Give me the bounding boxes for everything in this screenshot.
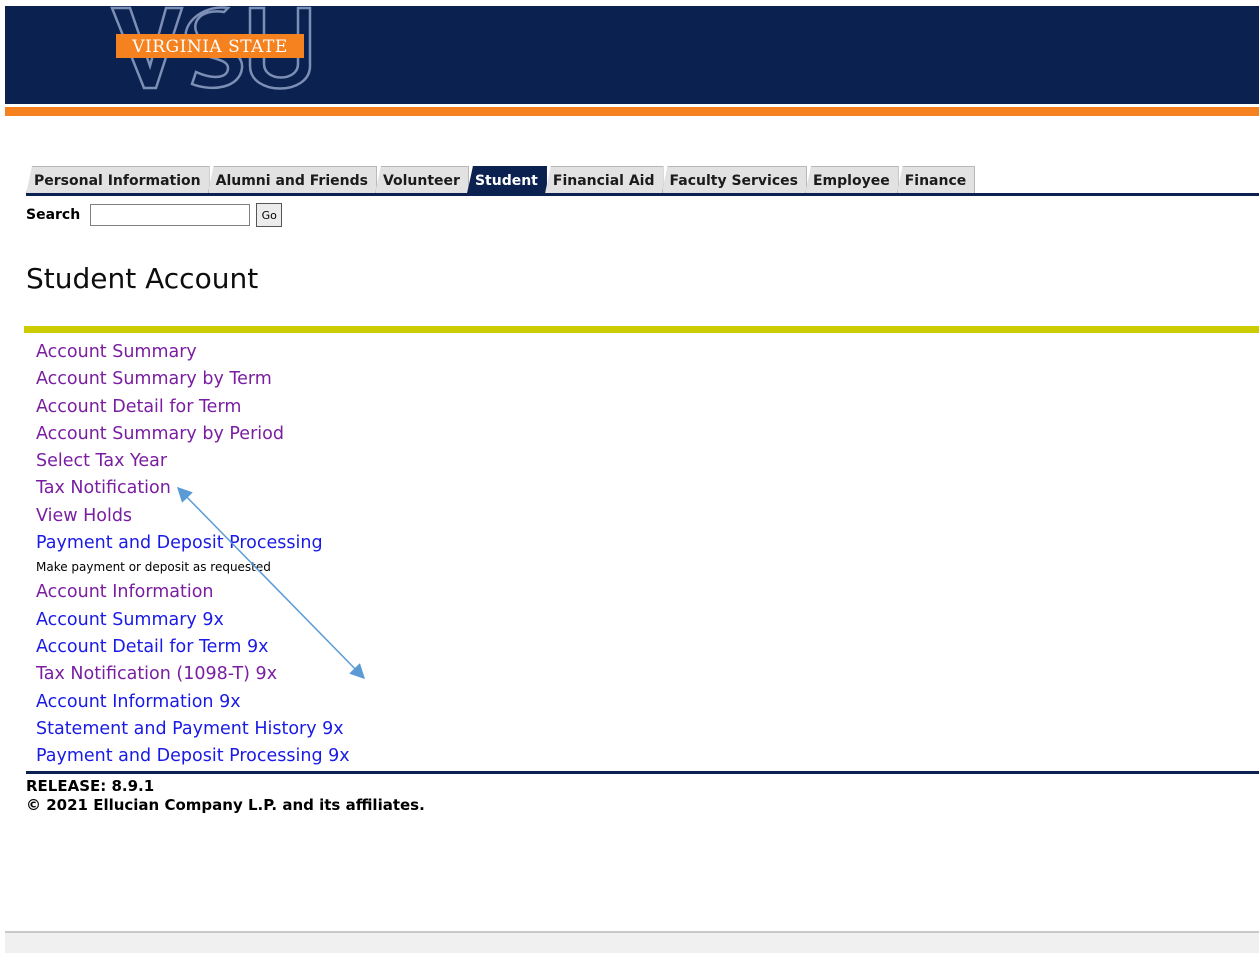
link-statement-and-payment-history-9x[interactable]: Statement and Payment History 9x (36, 716, 350, 743)
link-payment-and-deposit-processing[interactable]: Payment and Deposit Processing (36, 530, 350, 557)
logo-text: VIRGINIA STATE (131, 37, 288, 57)
release-version: RELEASE: 8.9.1 (26, 777, 155, 795)
link-select-tax-year[interactable]: Select Tax Year (36, 448, 350, 475)
tab-employee[interactable]: Employee (804, 166, 899, 194)
title-divider (24, 326, 1259, 333)
link-payment-and-deposit-processing-9x[interactable]: Payment and Deposit Processing 9x (36, 743, 350, 770)
link-account-detail-for-term[interactable]: Account Detail for Term (36, 394, 350, 421)
link-account-summary-by-period[interactable]: Account Summary by Period (36, 421, 350, 448)
footer-divider (26, 771, 1259, 774)
main-tab-bar: Personal Information Alumni and Friends … (26, 160, 976, 194)
link-account-detail-for-term-9x[interactable]: Account Detail for Term 9x (36, 634, 350, 661)
search-label: Search (26, 207, 81, 223)
tab-alumni-and-friends[interactable]: Alumni and Friends (207, 166, 377, 194)
page-title: Student Account (26, 262, 259, 295)
link-account-summary[interactable]: Account Summary (36, 339, 350, 366)
link-tax-notification-1098t-9x[interactable]: Tax Notification (1098-T) 9x (36, 661, 350, 688)
link-tax-notification[interactable]: Tax Notification (36, 475, 350, 502)
payment-description: Make payment or deposit as requested (36, 560, 271, 575)
search-input[interactable] (90, 204, 251, 226)
link-account-information-9x[interactable]: Account Information 9x (36, 689, 350, 716)
link-account-summary-9x[interactable]: Account Summary 9x (36, 607, 350, 634)
tab-student[interactable]: Student (466, 166, 547, 194)
tab-personal-information[interactable]: Personal Information (26, 166, 210, 194)
footer: RELEASE: 8.9.1 © 2021 Ellucian Company L… (26, 777, 425, 815)
tab-volunteer[interactable]: Volunteer (374, 166, 469, 194)
go-button[interactable]: Go (256, 203, 283, 227)
browser-status-bar (5, 931, 1259, 953)
student-account-menu: Account Summary Account Summary by Term … (36, 339, 350, 770)
link-account-summary-by-term[interactable]: Account Summary by Term (36, 366, 350, 393)
tab-underline (26, 193, 1259, 196)
search-bar: Search Go (26, 203, 283, 227)
tab-financial-aid[interactable]: Financial Aid (544, 166, 664, 194)
tab-faculty-services[interactable]: Faculty Services (661, 166, 807, 194)
banner-accent-stripe (5, 107, 1259, 116)
vsu-logo[interactable]: VIRGINIA STATE (104, 6, 312, 98)
tab-finance[interactable]: Finance (896, 166, 976, 194)
copyright-notice: © 2021 Ellucian Company L.P. and its aff… (26, 796, 425, 814)
link-account-information[interactable]: Account Information (36, 579, 350, 606)
link-view-holds[interactable]: View Holds (36, 503, 350, 530)
